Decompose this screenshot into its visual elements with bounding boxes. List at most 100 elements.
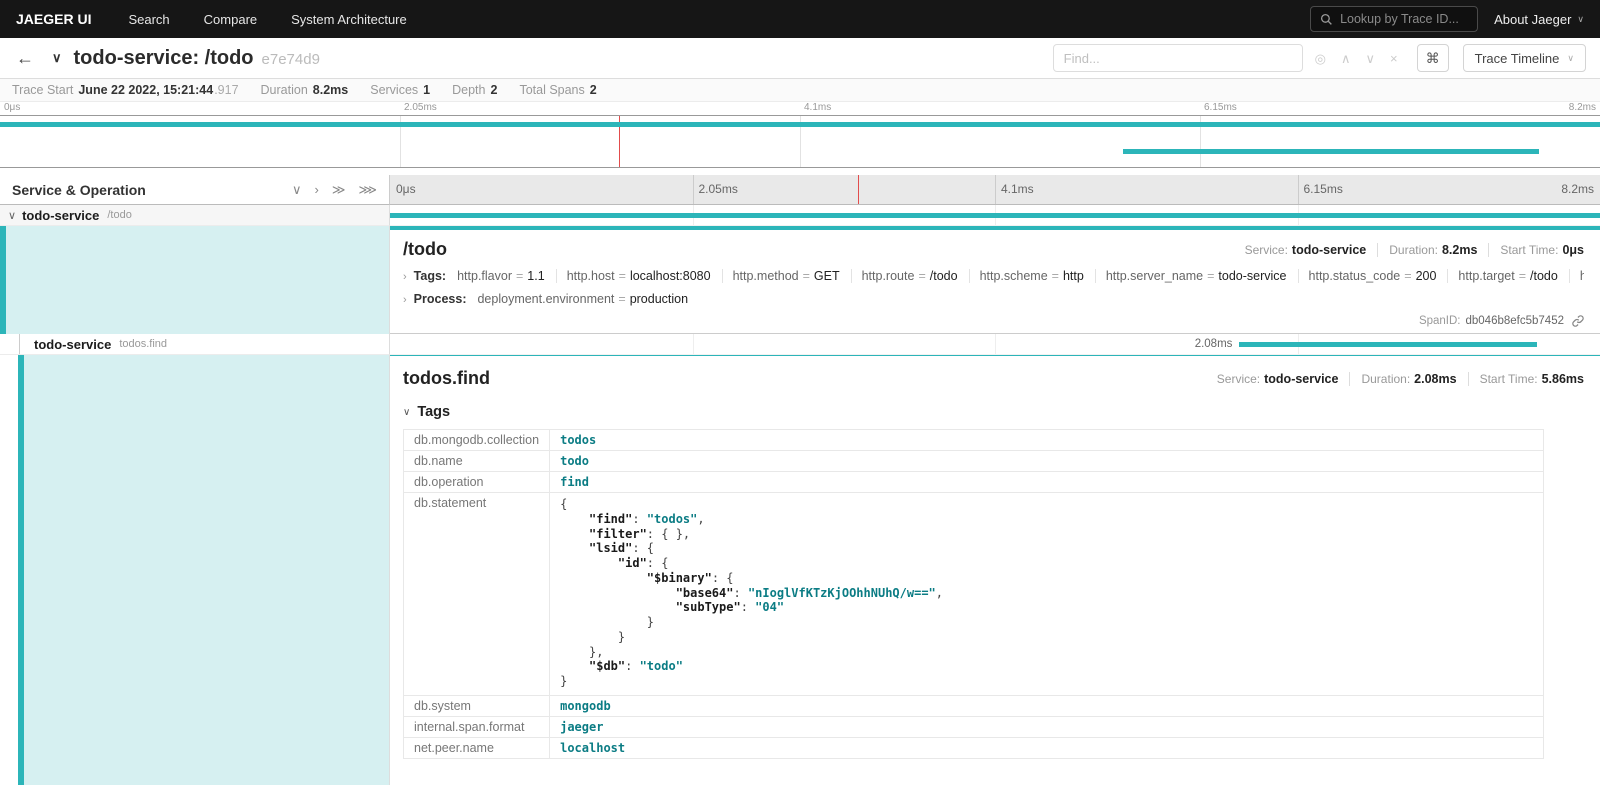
nav-right: About Jaeger ∨ bbox=[1310, 6, 1600, 32]
trace-id-lookup bbox=[1310, 6, 1478, 32]
tags-section-toggle[interactable]: ∨ Tags bbox=[403, 404, 1584, 420]
tags-table: db.mongodb.collection todos db.name todo… bbox=[403, 429, 1544, 759]
meta-duration: Duration:8.2ms bbox=[1377, 243, 1477, 257]
tag-value: jaeger bbox=[560, 720, 603, 734]
minimap-span-bar bbox=[0, 122, 1600, 127]
tags-accordion-label[interactable]: Tags: bbox=[414, 269, 446, 283]
find-bar: ◎ ∧ ∨ × bbox=[1053, 44, 1401, 72]
expand-all-icon[interactable]: ⋙ bbox=[359, 183, 378, 196]
tag-value: find bbox=[560, 475, 589, 489]
process-accordion-label[interactable]: Process: bbox=[414, 292, 467, 306]
trace-header: ← ∨ todo-service: /todo e7e74d9 ◎ ∧ ∨ × ⌘… bbox=[0, 38, 1600, 79]
span-bar-todos-find[interactable]: 2.08ms bbox=[1239, 342, 1537, 347]
span-tree-offset[interactable] bbox=[0, 355, 390, 785]
span-id-label: SpanID: bbox=[1419, 315, 1461, 327]
meta-service: Service:todo-service bbox=[1245, 243, 1367, 257]
tag-key: db.statement bbox=[404, 493, 550, 696]
span-detail-todos-find: todos.find Service:todo-service Duration… bbox=[390, 355, 1600, 785]
tick-label: 6.15ms bbox=[1204, 102, 1237, 113]
prev-match-icon[interactable]: ∧ bbox=[1338, 50, 1354, 67]
process-accordion: › Process: deployment.environment=produc… bbox=[403, 292, 1584, 306]
keyboard-shortcuts-button[interactable]: ⌘ bbox=[1417, 44, 1449, 72]
span-tree-offset[interactable] bbox=[0, 226, 390, 334]
table-row: internal.span.format jaeger bbox=[404, 716, 1544, 737]
trace-id-short: e7e74d9 bbox=[262, 51, 320, 68]
span-detail-row-todo: /todo Service:todo-service Duration:8.2m… bbox=[0, 226, 1600, 334]
table-row: db.operation find bbox=[404, 472, 1544, 493]
service-operation-header: Service & Operation ∨ › ≫ ⋙ bbox=[0, 175, 390, 205]
tag-pill: http.route=/todo bbox=[862, 269, 970, 283]
span-duration-label: 2.08ms bbox=[1195, 338, 1233, 350]
trace-total-spans: Total Spans 2 bbox=[519, 83, 596, 97]
tag-value: todos bbox=[560, 433, 596, 447]
span-operation-name: /todo bbox=[107, 209, 131, 221]
trace-depth: Depth 2 bbox=[452, 83, 497, 97]
grid-line bbox=[995, 334, 996, 354]
tag-key: net.peer.name bbox=[404, 737, 550, 758]
collapse-controls: ∨ › ≫ ⋙ bbox=[292, 183, 377, 196]
find-input[interactable] bbox=[1053, 44, 1303, 72]
table-row: net.peer.name localhost bbox=[404, 737, 1544, 758]
detail-operation-title: /todo bbox=[403, 239, 447, 260]
chevron-down-icon: ∨ bbox=[1577, 15, 1584, 24]
about-jaeger-menu[interactable]: About Jaeger ∨ bbox=[1494, 12, 1584, 27]
collapse-all-icon[interactable]: ≫ bbox=[332, 183, 346, 196]
tag-pill: http.host=localhost:8080 bbox=[567, 269, 723, 283]
nav-item-system-architecture[interactable]: System Architecture bbox=[274, 0, 424, 38]
trace-minimap[interactable] bbox=[0, 115, 1600, 168]
link-icon[interactable] bbox=[1572, 315, 1584, 327]
tags-accordion: › Tags: http.flavor=1.1 http.host=localh… bbox=[403, 269, 1584, 283]
expand-one-icon[interactable]: › bbox=[315, 183, 319, 196]
trace-view-select[interactable]: Trace Timeline ∨ bbox=[1463, 44, 1586, 72]
trace-collapse-chevron-icon[interactable]: ∨ bbox=[50, 50, 64, 66]
meta-service: Service:todo-service bbox=[1217, 372, 1339, 386]
trace-id-input[interactable] bbox=[1340, 12, 1468, 26]
trace-summary-bar: Trace Start June 22 2022, 15:21:44.917 D… bbox=[0, 79, 1600, 102]
trace-title-text: todo-service: /todo bbox=[74, 47, 254, 69]
clear-find-icon[interactable]: × bbox=[1387, 50, 1401, 67]
collapse-one-icon[interactable]: ∨ bbox=[292, 183, 302, 196]
span-name-cell-todo[interactable]: ∨ todo-service /todo bbox=[0, 205, 390, 226]
chevron-down-icon: ∨ bbox=[403, 407, 410, 418]
tag-key: db.mongodb.collection bbox=[404, 430, 550, 451]
span-service-name: todo-service bbox=[22, 208, 99, 223]
tag-pill: http.status_code=200 bbox=[1309, 269, 1449, 283]
trace-view-label: Trace Timeline bbox=[1475, 51, 1560, 66]
tick-label: 4.1ms bbox=[804, 102, 831, 113]
db-statement-json: { "find": "todos", "filter": { }, "lsid"… bbox=[560, 496, 1533, 692]
span-detail-todo: /todo Service:todo-service Duration:8.2m… bbox=[390, 226, 1600, 334]
tag-value: todo bbox=[560, 454, 589, 468]
detail-operation-title: todos.find bbox=[403, 368, 490, 389]
trace-start: Trace Start June 22 2022, 15:21:44.917 bbox=[12, 83, 239, 97]
table-row: db.statement { "find": "todos", "filter"… bbox=[404, 493, 1544, 696]
process-pill: deployment.environment=production bbox=[477, 292, 699, 306]
span-row-todo: ∨ todo-service /todo bbox=[0, 205, 1600, 226]
nav-item-compare[interactable]: Compare bbox=[187, 0, 274, 38]
tick-label: 4.1ms bbox=[1001, 182, 1034, 196]
minimap-span-bar bbox=[1123, 149, 1539, 154]
app-logo[interactable]: JAEGER UI bbox=[0, 11, 111, 27]
grid-line bbox=[693, 175, 694, 204]
chevron-right-icon[interactable]: › bbox=[403, 294, 407, 306]
table-row: db.system mongodb bbox=[404, 695, 1544, 716]
span-name-cell-todos-find[interactable]: todo-service todos.find bbox=[0, 334, 390, 355]
back-button[interactable]: ← bbox=[10, 48, 40, 69]
span-detail-row-todos-find: todos.find Service:todo-service Duration… bbox=[0, 355, 1600, 785]
grid-line bbox=[995, 175, 996, 204]
span-id-row: SpanID: db046b8efc5b7452 bbox=[403, 315, 1584, 327]
span-bar-todo[interactable] bbox=[390, 213, 1600, 218]
tick-label: 8.2ms bbox=[1561, 182, 1594, 196]
search-icon bbox=[1320, 13, 1333, 26]
tick-label: 2.05ms bbox=[404, 102, 437, 113]
tick-label: 0μs bbox=[396, 182, 416, 196]
chevron-right-icon[interactable]: › bbox=[403, 271, 407, 283]
tick-label: 2.05ms bbox=[699, 182, 738, 196]
nav-item-search[interactable]: Search bbox=[111, 0, 186, 38]
chevron-down-icon[interactable]: ∨ bbox=[8, 209, 16, 222]
meta-duration: Duration:2.08ms bbox=[1349, 372, 1456, 386]
span-operation-name: todos.find bbox=[119, 338, 167, 350]
about-jaeger-label: About Jaeger bbox=[1494, 12, 1571, 27]
focus-match-icon[interactable]: ◎ bbox=[1312, 50, 1329, 67]
chevron-down-icon: ∨ bbox=[1567, 54, 1574, 63]
next-match-icon[interactable]: ∨ bbox=[1363, 50, 1379, 67]
